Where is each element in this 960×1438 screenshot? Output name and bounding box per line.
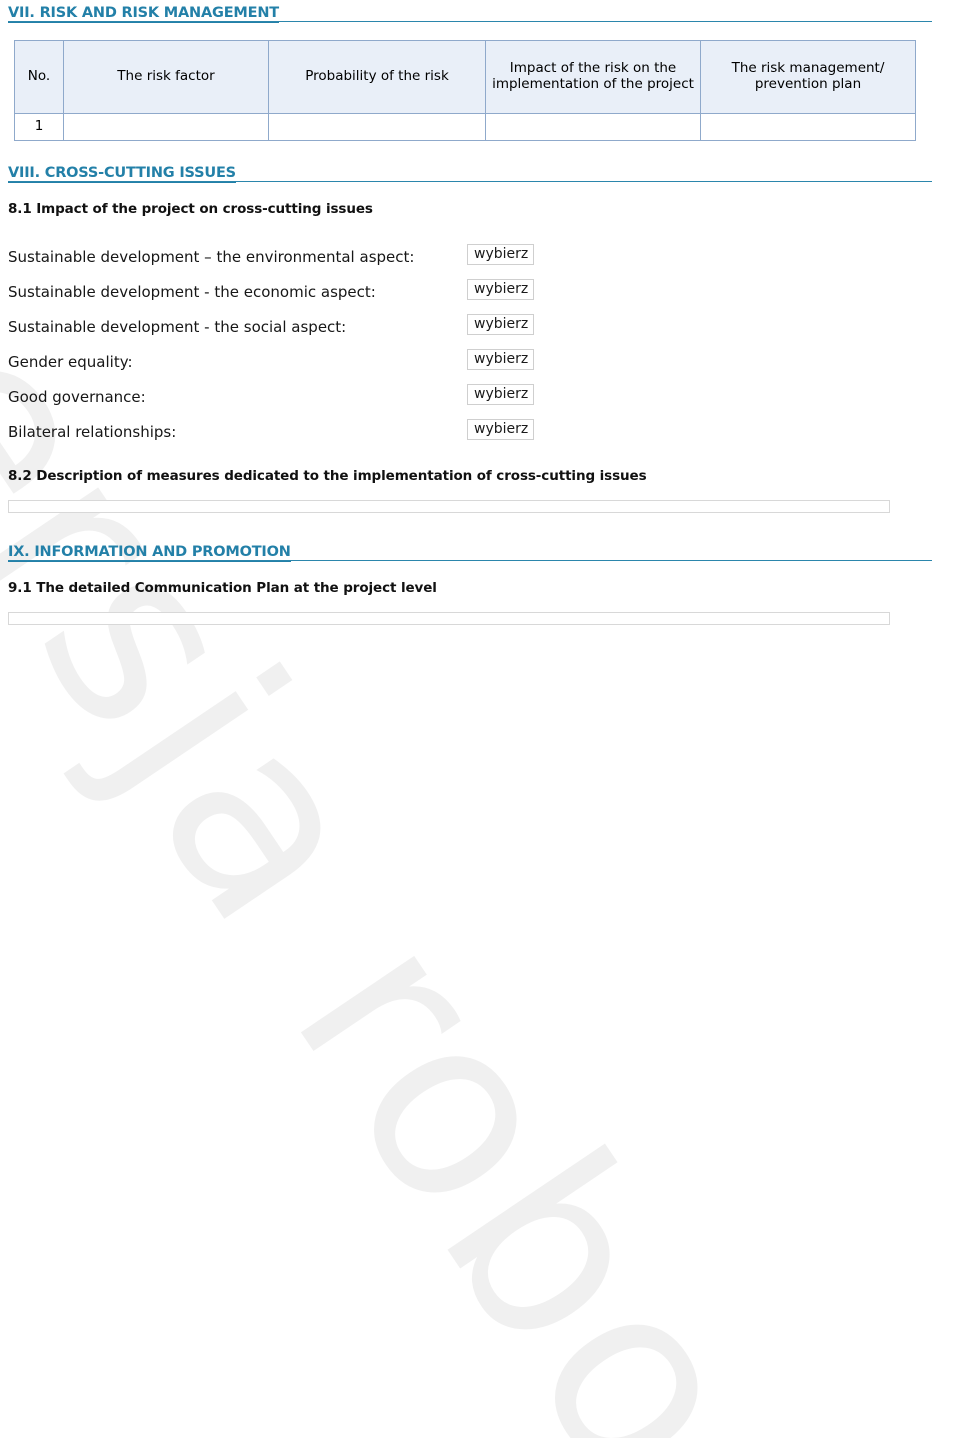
risk-table: No. The risk factor Probability of the r… [14,40,916,141]
label-good-governance: Good governance: [8,388,146,406]
subsection-title-8-2: 8.2 Description of measures dedicated to… [8,468,647,484]
section-rule-cross-cutting [8,181,932,182]
cross-cutting-row-gender-equality: Gender equality: wybierz [8,349,908,378]
risk-table-body: 1 [14,113,916,141]
label-sustainable-environmental: Sustainable development – the environmen… [8,248,415,266]
field-8-2-description[interactable] [8,500,890,513]
label-bilateral-relationships: Bilateral relationships: [8,423,177,441]
section-heading-information-wrap: IX. INFORMATION AND PROMOTION [8,541,932,562]
select-bilateral-relationships[interactable]: wybierz [467,419,535,440]
cross-cutting-row-environmental: Sustainable development – the environmen… [8,244,908,273]
subsection-title-9-1: 9.1 The detailed Communication Plan at t… [8,580,437,596]
document-page: wersja robocza VII. RISK AND RISK MANAGE… [0,0,960,1438]
section-heading-risk-wrap: VII. RISK AND RISK MANAGEMENT [8,2,932,23]
table-header-management: The risk management/ prevention plan [700,40,916,114]
section-rule-information [8,560,932,561]
select-sustainable-social[interactable]: wybierz [467,314,535,335]
subsection-title-8-1: 8.1 Impact of the project on cross-cutti… [8,201,373,217]
select-sustainable-economic[interactable]: wybierz [467,279,535,300]
table-header-impact-text: Impact of the risk on the implementation… [492,60,694,92]
table-header-probability: Probability of the risk [268,40,486,114]
label-gender-equality: Gender equality: [8,353,133,371]
table-cell-probability-1[interactable] [268,113,486,141]
table-header-factor: The risk factor [63,40,269,114]
table-cell-no-1: 1 [14,113,64,141]
table-cell-risk-factor-1[interactable] [63,113,269,141]
label-sustainable-social: Sustainable development - the social asp… [8,318,347,336]
table-header-impact: Impact of the risk on the implementation… [485,40,701,114]
field-9-1-communication-plan[interactable] [8,612,890,625]
table-cell-management-1[interactable] [700,113,916,141]
label-sustainable-economic: Sustainable development - the economic a… [8,283,376,301]
risk-table-head: No. The risk factor Probability of the r… [14,40,916,114]
cross-cutting-row-economic: Sustainable development - the economic a… [8,279,908,308]
table-header-no: No. [14,40,64,114]
section-heading-cross-cutting-wrap: VIII. CROSS-CUTTING ISSUES [8,162,932,183]
cross-cutting-row-social: Sustainable development - the social asp… [8,314,908,343]
table-cell-impact-1[interactable] [485,113,701,141]
table-header-row: No. The risk factor Probability of the r… [14,40,916,114]
section-rule-risk [8,21,932,22]
select-gender-equality[interactable]: wybierz [467,349,535,370]
cross-cutting-row-bilateral-relationships: Bilateral relationships: wybierz [8,419,908,448]
cross-cutting-row-good-governance: Good governance: wybierz [8,384,908,413]
select-sustainable-environmental[interactable]: wybierz [467,244,535,265]
select-good-governance[interactable]: wybierz [467,384,535,405]
table-row: 1 [14,113,916,141]
